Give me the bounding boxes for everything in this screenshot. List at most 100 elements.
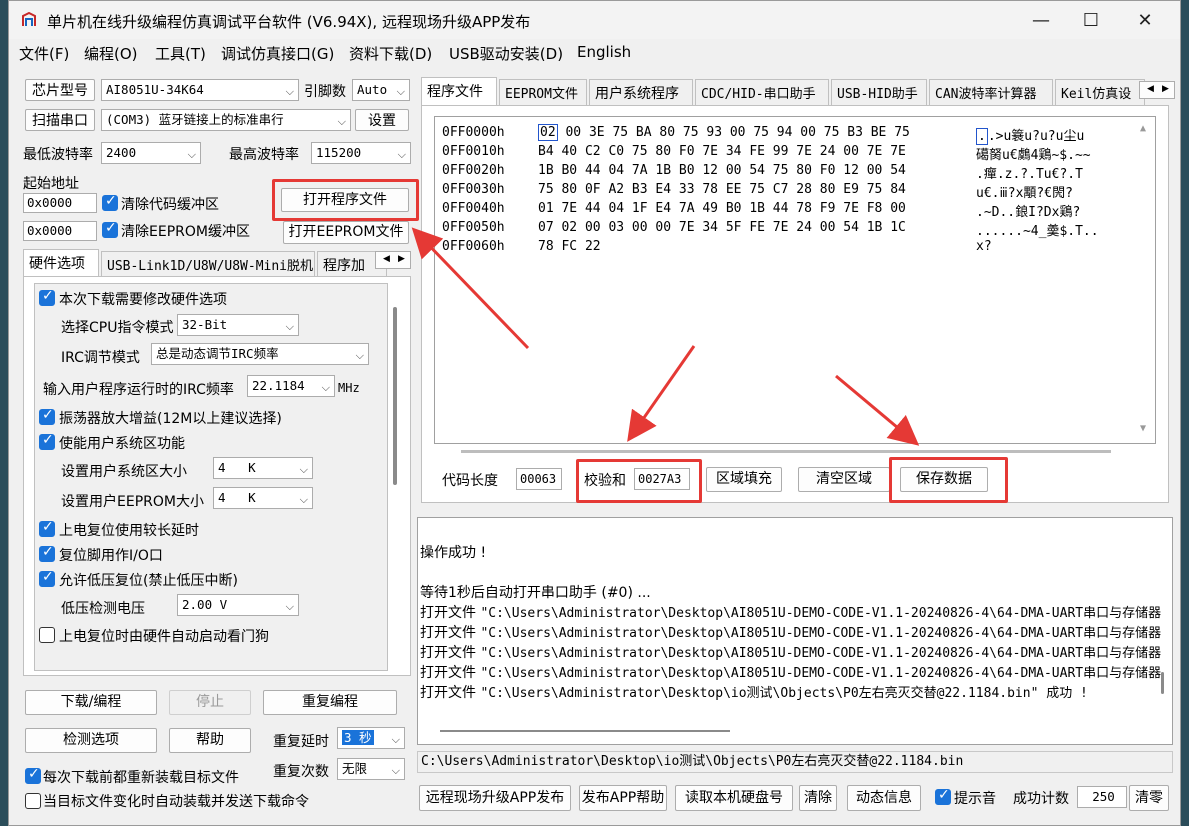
clear-eeprom-buffer-checkbox[interactable] [102,220,118,238]
dynamic-info-button[interactable]: 动态信息 [847,785,921,811]
auto-reload-checkbox[interactable] [25,793,41,809]
low-voltage-reset-checkbox[interactable] [39,569,55,587]
right-tab-strip: 程序文件 EEPROM文件 用户系统程序 CDC/HID-串口助手 USB-HI… [421,77,1181,107]
hex-address: 0FF0050h [442,220,505,235]
tab-scroll-arrows[interactable]: ◀ ▶ [375,251,411,269]
modify-hw-checkbox[interactable] [39,288,55,306]
area-fill-button[interactable]: 区域填充 [706,467,782,492]
log-text: 打开文件 [420,605,481,621]
irc-freq-value: 22.1184 [252,378,305,393]
highlight-box [576,459,702,503]
tab-can-baud-calculator[interactable]: CAN波特率计算器 [929,79,1053,105]
menu-file[interactable]: 文件(F) [19,43,69,64]
arrow-left-icon[interactable]: ◀ [1147,84,1154,94]
irc-mode-select[interactable]: 总是动态调节IRC频率 ⌵ [151,343,369,365]
help-button[interactable]: 帮助 [169,728,251,753]
eeprom-start-address-input[interactable]: 0x0000 [23,221,97,241]
publish-app-help-button[interactable]: 发布APP帮助 [579,785,667,811]
irc-freq-select[interactable]: 22.1184 ⌵ [247,375,335,397]
hex-view[interactable]: 0FF0000h 02 00 3E 75 BA 80 75 93 00 75 9… [434,116,1156,453]
minimize-icon[interactable]: — [1029,9,1053,33]
log-text: 打开文件 [420,665,481,681]
tab-eeprom-file[interactable]: EEPROM文件 [499,79,587,105]
log-text: 打开文件 [420,625,481,641]
clear-count-button[interactable]: 清零 [1129,785,1169,811]
hex-address: 0FF0020h [442,163,505,178]
scroll-up-icon[interactable]: ▲ [1140,123,1146,134]
hex-bytes: B4 40 C2 C0 75 80 F0 7E 34 FE 99 7E 24 0… [538,144,906,159]
title-bar[interactable]: 单片机在线升级编程仿真调试平台软件 (V6.94X), 远程现场升级APP发布 … [9,1,1180,39]
reload-before-download-checkbox[interactable] [25,766,41,784]
reset-pin-io-checkbox[interactable] [39,544,55,562]
clear-log-button[interactable]: 清除 [799,785,837,811]
power-reset-delay-checkbox[interactable] [39,519,55,537]
hex-address: 0FF0000h [442,125,505,140]
chip-model-button[interactable]: 芯片型号 [25,79,95,101]
tab-keil-simulation[interactable]: Keil仿真设 [1055,79,1145,105]
tab-hardware-options[interactable]: 硬件选项 [23,249,99,277]
log-path: "C:\Users\Administrator\Desktop\AI8051U-… [480,666,1162,681]
code-start-address-input[interactable]: 0x0000 [23,193,97,213]
tab-user-system-program[interactable]: 用户系统程序 [589,79,693,105]
menu-program[interactable]: 编程(O) [84,43,138,64]
hex-bytes: 01 7E 44 04 1F E4 7A 49 B0 1B 44 78 F9 7… [538,201,906,216]
scroll-down-icon[interactable]: ▼ [1140,423,1146,434]
tab-program-file[interactable]: 程序文件 [421,77,497,105]
arrow-left-icon[interactable]: ◀ [383,254,390,264]
vertical-scrollbar[interactable] [393,307,397,485]
scan-port-button[interactable]: 扫描串口 [25,109,95,131]
cpu-mode-label: 选择CPU指令模式 [61,320,174,336]
low-voltage-select[interactable]: 2.00 V ⌵ [177,594,299,616]
settings-button[interactable]: 设置 [355,109,409,131]
cpu-mode-select[interactable]: 32-Bit ⌵ [177,314,299,336]
remote-app-publish-button[interactable]: 远程现场升级APP发布 [419,785,571,811]
eeprom-size-select[interactable]: 4 K ⌵ [213,487,313,509]
ascii-cursor: . [976,128,988,145]
horizontal-scrollbar[interactable] [461,450,1111,453]
osc-gain-checkbox[interactable] [39,407,55,425]
menu-download[interactable]: 资料下载(D) [349,43,432,64]
beep-checkbox[interactable] [935,787,951,805]
port-select[interactable]: (COM3) 蓝牙链接上的标准串行 ⌵ [101,109,351,131]
tab-usb-link-offline[interactable]: USB-Link1D/U8W/U8W-Mini脱机 [101,251,315,277]
close-icon[interactable]: ✕ [1133,9,1157,33]
horizontal-scrollbar[interactable] [440,730,730,732]
eeprom-size-value: 4 K [218,490,256,505]
watchdog-checkbox[interactable] [39,627,55,643]
open-eeprom-file-button[interactable]: 打开EEPROM文件 [283,221,409,244]
hex-bytes: 75 80 0F A2 B3 E4 33 78 EE 75 C7 28 80 E… [538,182,906,197]
repeat-program-button[interactable]: 重复编程 [263,690,397,715]
chip-model-select[interactable]: AI8051U-34K64 ⌵ [101,79,299,101]
system-area-size-label: 设置用户系统区大小 [61,464,187,480]
log-output[interactable]: 操作成功 ! 等待1秒后自动打开串口助手 (#0) ... 打开文件 "C:\U… [417,517,1173,745]
download-program-button[interactable]: 下载/编程 [25,690,157,715]
arrow-right-icon[interactable]: ▶ [398,254,405,264]
max-baud-label: 最高波特率 [229,147,299,163]
hex-bytes-rest: 00 3E 75 BA 80 75 93 00 75 94 00 75 B3 B… [565,125,910,140]
clear-code-buffer-checkbox[interactable] [102,193,118,211]
menu-usb-driver[interactable]: USB驱动安装(D) [449,43,563,64]
log-path: "C:\Users\Administrator\Desktop\io测试\Obj… [480,686,1088,701]
pin-count-select[interactable]: Auto ⌵ [352,79,410,101]
menu-english[interactable]: English [577,43,631,61]
repeat-delay-select[interactable]: 3 秒 ⌵ [337,727,405,749]
repeat-delay-label: 重复延时 [273,734,329,750]
menu-tools[interactable]: 工具(T) [155,43,206,64]
menu-debug[interactable]: 调试仿真接口(G) [221,43,334,64]
arrow-right-icon[interactable]: ▶ [1162,84,1169,94]
maximize-icon[interactable]: ☐ [1079,9,1103,33]
clear-area-button[interactable]: 清空区域 [798,467,890,492]
min-baud-select[interactable]: 2400 ⌵ [101,142,201,164]
repeat-count-select[interactable]: 无限 ⌵ [337,758,405,780]
hex-ascii: x? [976,239,992,254]
user-system-area-checkbox[interactable] [39,432,55,450]
tab-cdc-hid-serial[interactable]: CDC/HID-串口助手 [695,79,829,105]
stop-button[interactable]: 停止 [169,690,251,715]
vertical-scrollbar[interactable] [1161,672,1164,694]
tab-scroll-arrows[interactable]: ◀ ▶ [1139,81,1175,99]
tab-usb-hid[interactable]: USB-HID助手 [831,79,927,105]
read-disk-id-button[interactable]: 读取本机硬盘号 [675,785,793,811]
system-area-size-select[interactable]: 4 K ⌵ [213,457,313,479]
check-options-button[interactable]: 检测选项 [25,728,157,753]
max-baud-select[interactable]: 115200 ⌵ [311,142,411,164]
